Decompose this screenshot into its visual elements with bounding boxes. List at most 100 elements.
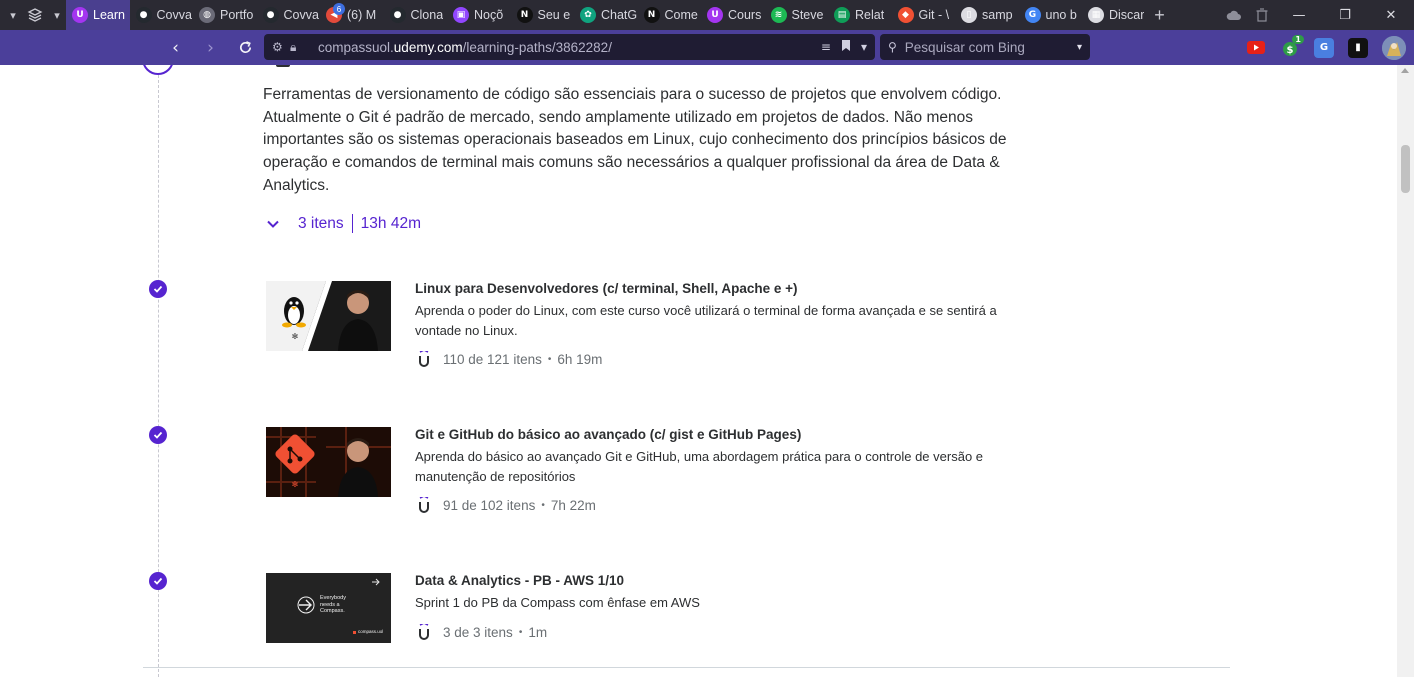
search-bar[interactable]: ⚲ Pesquisar com Bing ▾ (880, 34, 1090, 60)
section-description: Ferramentas de versionamento de código s… (263, 86, 1007, 194)
tab-title: Steve (791, 8, 824, 22)
scrollbar-thumb[interactable] (1401, 145, 1410, 193)
lock-icon[interactable]: 🔒︎ (290, 40, 308, 55)
browser-tab[interactable]: ● Clona (384, 0, 448, 30)
course-title-linux[interactable]: Linux para Desenvolvedores (c/ terminal,… (415, 281, 798, 296)
reader-mode-icon[interactable]: ≡ (821, 40, 831, 54)
extension-badge: 1 (1292, 34, 1304, 44)
browser-tab[interactable]: N Seu e (511, 0, 575, 30)
workspaces-dropdown-icon[interactable]: ▾ (48, 4, 66, 26)
course-thumbnail-linux[interactable]: ✻ (266, 281, 391, 351)
trash-icon[interactable] (1248, 0, 1276, 30)
close-window-button[interactable]: ✕ (1368, 0, 1414, 30)
reload-button[interactable] (228, 30, 263, 65)
browser-tab[interactable]: ● Covva (257, 0, 321, 30)
address-bar[interactable]: ⚙ 🔒︎ compassuol.udemy.com/learning-paths… (264, 34, 875, 60)
browser-tab[interactable]: Guno b (1019, 0, 1083, 30)
url-actions: ≡ ▾ (821, 39, 875, 55)
svg-text:✻: ✻ (292, 332, 299, 341)
page-info-icon[interactable]: ⚙ (272, 40, 290, 54)
github-icon: ● (135, 7, 152, 23)
browser-tabs: U Learn ● Covva ◍ Portfo ● Covva ◀ 6 (6) M ● Clona ▣ N… (66, 0, 1146, 30)
browser-tab[interactable]: ◀ 6 (6) M (320, 0, 384, 30)
divider (351, 214, 353, 233)
window-controls: — ❐ ✕ (1220, 0, 1414, 30)
browser-tab[interactable]: U Cours (701, 0, 765, 30)
tab-title: Cours (728, 8, 762, 22)
scroll-up-arrow-icon[interactable] (1401, 68, 1409, 73)
file-icon: ▯ (961, 7, 977, 23)
section-items-count: 3 itens (298, 214, 344, 232)
course-duration: 7h 22m (550, 497, 596, 513)
dark-extension-icon[interactable]: ▮ (1348, 37, 1368, 58)
browser-tab[interactable]: ● Covva (130, 0, 194, 30)
browser-toolbar: ‹ › ⚙ 🔒︎ compassuol.udemy.com/learning-p… (0, 30, 1414, 65)
notion-icon: N (643, 7, 660, 23)
restore-button[interactable]: ❐ (1322, 0, 1368, 30)
workspaces-icon[interactable] (22, 4, 48, 26)
url-dropdown-icon[interactable]: ▾ (861, 40, 867, 54)
tab-title: Relat (855, 8, 885, 22)
tab-title: Seu e (537, 8, 571, 22)
course-progress: 110 de 121 itens (443, 351, 542, 367)
browser-tab[interactable]: ✿ ChatG (574, 0, 638, 30)
course-title-aws[interactable]: Data & Analytics - PB - AWS 1/10 (415, 573, 624, 588)
page-scrollbar[interactable] (1397, 65, 1414, 677)
spotify-icon: ≋ (770, 7, 787, 23)
completed-check-icon (149, 426, 167, 444)
git-icon: ◆ (897, 7, 914, 23)
tab-list-dropdown-icon[interactable]: ▾ (4, 4, 22, 26)
browser-tab[interactable]: ▣ Noçõ (447, 0, 511, 30)
tab-title: Come (664, 8, 698, 22)
svg-text:✻: ✻ (292, 480, 299, 489)
openai-icon: ✿ (580, 7, 596, 23)
search-placeholder: Pesquisar com Bing (904, 39, 1025, 55)
course-progress: 3 de 3 itens (443, 624, 513, 640)
course-thumbnail-compass[interactable]: Everybody needs a Compass. compass.uol (266, 573, 391, 643)
translate-extension-icon[interactable]: G (1314, 37, 1334, 58)
search-icon: ⚲ (888, 40, 897, 54)
thumbnail-brand: compass.uol (358, 629, 384, 634)
minimize-button[interactable]: — (1276, 0, 1322, 30)
new-tab-button[interactable]: + (1146, 0, 1174, 30)
section-items-toggle[interactable]: 3 itens 13h 42m (266, 214, 421, 233)
browser-tab[interactable]: ◆ Git - \ (892, 0, 956, 30)
profile-avatar-icon[interactable] (1382, 35, 1406, 60)
udemy-logo-icon (419, 497, 429, 513)
browser-tab[interactable]: ◍ Portfo (193, 0, 257, 30)
bookmark-icon[interactable] (841, 39, 851, 55)
browser-tab[interactable]: ▯ samp (955, 0, 1019, 30)
course-progress: 91 de 102 itens (443, 497, 536, 513)
cloud-icon[interactable] (1220, 0, 1248, 30)
course-title-git[interactable]: Git e GitHub do básico ao avançado (c/ g… (415, 427, 801, 442)
tab-notification-badge: 6 (333, 3, 345, 15)
back-button[interactable]: ‹ (158, 30, 193, 65)
grid-icon: ▦ (1088, 7, 1104, 23)
chevron-down-icon (267, 220, 279, 228)
tab-title: Covva (283, 8, 319, 22)
course-duration: 6h 19m (557, 351, 603, 367)
browser-tab[interactable]: N Come (638, 0, 702, 30)
course-meta: 3 de 3 itens • 1m (418, 624, 547, 640)
tab-title: Learn (93, 8, 125, 22)
tab-title: Noçõ (474, 8, 504, 22)
tab-title: uno b (1045, 8, 1077, 22)
udemy-logo-icon (419, 624, 429, 640)
udemy-icon: U (72, 7, 88, 23)
thumbnail-tagline: Everybody needs a Compass. (320, 595, 346, 614)
udemy-logo-icon (419, 351, 429, 367)
browser-tab[interactable]: ▦ Discar (1082, 0, 1146, 30)
tab-title: Discar (1109, 8, 1145, 22)
course-thumbnail-git[interactable]: ✻ (266, 427, 391, 497)
forward-button[interactable]: › (193, 30, 228, 65)
money-extension-icon[interactable]: $ 1 (1280, 34, 1304, 58)
tab-title: samp (982, 8, 1013, 22)
browser-tab[interactable]: U Learn (66, 0, 130, 30)
youtube-extension-icon[interactable] (1246, 38, 1266, 58)
browser-tab[interactable]: ▤ Relat (828, 0, 892, 30)
section-step-circle (142, 65, 174, 75)
tab-title: Clona (410, 8, 444, 22)
browser-tab[interactable]: ≋ Steve (765, 0, 829, 30)
url-text[interactable]: compassuol.udemy.com/learning-paths/3862… (318, 40, 612, 55)
search-engine-dropdown-icon[interactable]: ▾ (1077, 42, 1082, 53)
